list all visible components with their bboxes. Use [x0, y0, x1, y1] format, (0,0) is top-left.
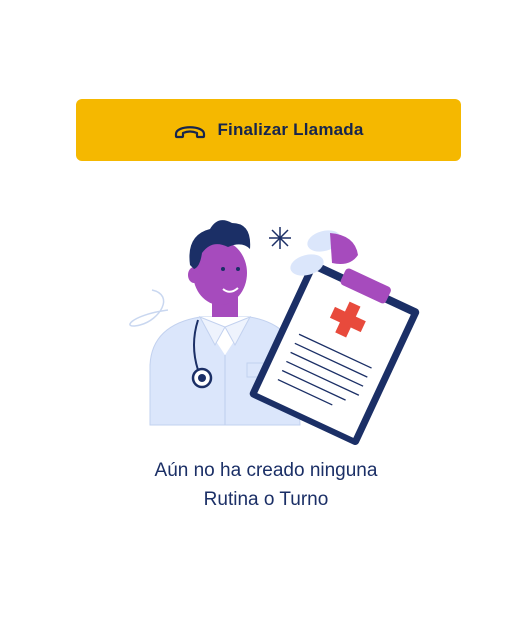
end-call-button[interactable]: Finalizar Llamada [76, 99, 461, 161]
empty-state-message-line1: Aún no ha creado ninguna [154, 460, 378, 481]
empty-state-message-line2: Rutina o Turno [203, 489, 329, 510]
phone-hangup-icon [175, 126, 206, 139]
sparkle-icon [269, 227, 291, 249]
end-call-label: Finalizar Llamada [217, 120, 364, 139]
doctor-clipboard-illustration [129, 220, 420, 445]
